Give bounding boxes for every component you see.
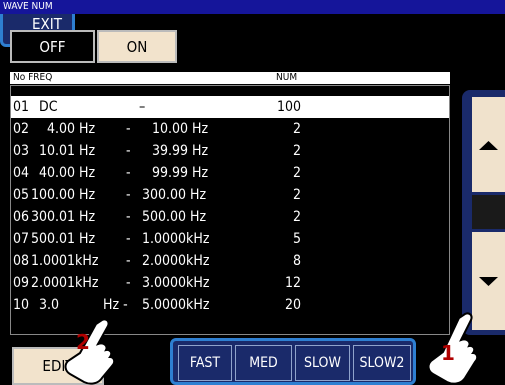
table-row[interactable]: 09 2.0001kHz - 3.0000kHz 12 [11,272,449,294]
scroll-thumb[interactable] [472,195,505,229]
row-num: 2 [292,143,301,159]
table-row[interactable]: 10 3.0 Hz - 5.0000kHz 20 [11,294,449,316]
window-title: WAVE NUM [0,0,505,14]
row-to: 10.00 Hz [152,121,209,137]
row-no: 08 [13,253,30,269]
table-row[interactable]: 03 10.01 Hz - 39.99 Hz 2 [11,140,449,162]
row-sep: - [126,187,131,203]
scroll-up-button[interactable] [472,97,505,192]
row-num: 8 [292,253,301,269]
row-sep: – [139,99,146,115]
row-num: 2 [292,209,301,225]
row-freq: 1.0001kHz [31,253,99,269]
row-sep: - [126,209,131,225]
row-no: 07 [13,231,30,247]
row-no: 02 [13,121,30,137]
table-row[interactable]: 07 500.01 Hz - 1.0000kHz 5 [11,228,449,250]
table-row[interactable]: 01 DC – 100 [11,96,449,118]
row-freq: 10.01 Hz [39,143,96,159]
row-no: 03 [13,143,30,159]
row-sep: - [126,231,131,247]
row-freq: 500.01 Hz [31,231,96,247]
row-num: 12 [284,275,301,291]
row-num: 2 [292,121,301,137]
table-row[interactable]: 05 100.00 Hz - 300.00 Hz 2 [11,184,449,206]
row-sep: - [126,165,131,181]
med-button[interactable]: MED [235,345,292,381]
callout-number-2: 2 [76,330,90,354]
row-freq: 4.00 Hz [47,121,96,137]
row-to: 5.0000kHz [142,297,210,313]
callout-number-1: 1 [441,341,455,365]
row-num: 5 [292,231,301,247]
row-to: 99.99 Hz [152,165,209,181]
table-header: No FREQ NUM [10,72,450,84]
row-num: 2 [292,187,301,203]
row-no: 09 [13,275,30,291]
row-freq: 3.0 [39,297,60,313]
table-row[interactable]: 02 4.00 Hz - 10.00 Hz 2 [11,118,449,140]
row-freq: 100.00 Hz [31,187,96,203]
up-arrow-icon [479,141,498,150]
row-to: 3.0000kHz [142,275,210,291]
frequency-table: 01 DC – 100 02 4.00 Hz - 10.00 Hz 2 03 1… [10,85,450,335]
row-to: 1.0000kHz [142,231,210,247]
row-to: 500.00 Hz [142,209,207,225]
table-row[interactable]: 08 1.0001kHz - 2.0000kHz 8 [11,250,449,272]
table-row[interactable]: 06 300.01 Hz - 500.00 Hz 2 [11,206,449,228]
header-num: NUM [276,72,298,83]
row-to: 39.99 Hz [152,143,209,159]
row-sep: - [126,275,131,291]
row-freq: 2.0001kHz [31,275,99,291]
row-to: 2.0000kHz [142,253,210,269]
fast-button[interactable]: FAST [178,345,232,381]
on-button[interactable]: ON [97,30,177,63]
header-no-freq: No FREQ [13,72,53,83]
row-sep: - [126,121,131,137]
slow2-button[interactable]: SLOW2 [353,345,411,381]
row-to: 300.00 Hz [142,187,207,203]
row-num: 20 [284,297,301,313]
row-no: 04 [13,165,30,181]
slow-button[interactable]: SLOW [295,345,350,381]
table-row[interactable]: 04 40.00 Hz - 99.99 Hz 2 [11,162,449,184]
row-freq: DC [39,99,58,115]
row-no: 10 [13,297,30,313]
off-button[interactable]: OFF [10,30,95,63]
row-sep: - [126,143,131,159]
row-no: 05 [13,187,30,203]
row-freq: 300.01 Hz [31,209,96,225]
row-sep: - [126,253,131,269]
row-no: 01 [13,99,30,115]
row-num: 100 [276,99,301,115]
row-sep: Hz - [103,297,128,313]
row-no: 06 [13,209,30,225]
row-freq: 40.00 Hz [39,165,96,181]
row-num: 2 [292,165,301,181]
